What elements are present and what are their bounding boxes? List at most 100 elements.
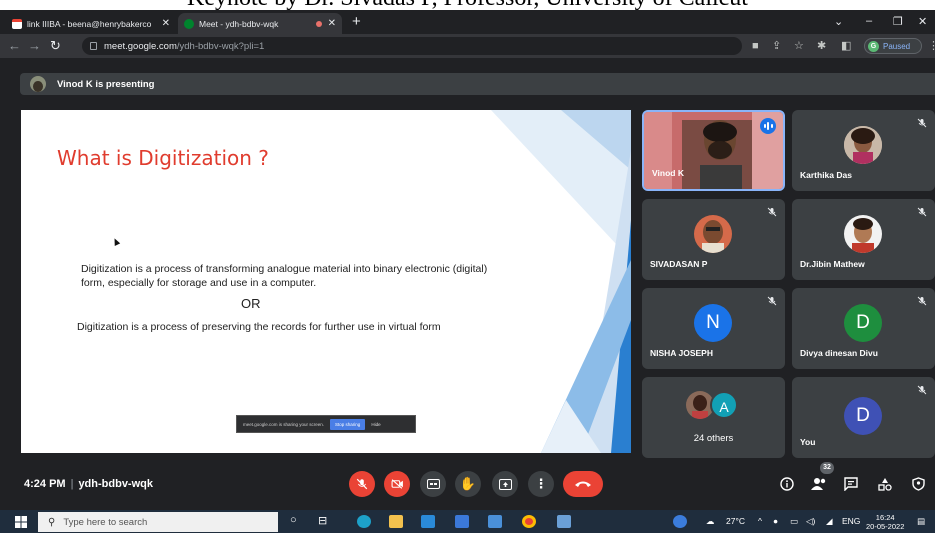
shared-slide: What is Digitization ? Digitization is a…	[21, 110, 631, 453]
browser-tab-bar: link IIIBA - beena@henrybakerco ✕ Meet -…	[0, 10, 935, 34]
cortana-icon[interactable]: ○	[290, 514, 297, 526]
screen-sharing-notice: meet.google.com is sharing your screen. …	[236, 415, 416, 433]
mail-icon[interactable]	[455, 515, 469, 528]
recording-indicator-icon	[315, 20, 322, 27]
restore-button[interactable]: ❐	[893, 15, 903, 28]
minimize-button[interactable]: –	[866, 15, 872, 27]
browser-address-bar: ← → ↻ meet.google.com/ydh-bdbv-wqk?pli=1…	[0, 34, 935, 58]
others-count: 24 others	[693, 433, 734, 444]
gmail-icon	[12, 18, 22, 29]
url-host: meet.google.com	[104, 40, 177, 52]
bookmark-star-icon[interactable]: ☆	[794, 39, 804, 53]
mic-off-icon	[767, 207, 777, 217]
participant-name: Divya dinesan Divu	[800, 348, 878, 358]
raise-hand-button[interactable]: ✋	[455, 471, 481, 497]
hide-button[interactable]: Hide	[371, 422, 380, 427]
hand-icon: ✋	[459, 476, 477, 491]
help-icon[interactable]	[673, 515, 687, 528]
close-window-button[interactable]: ✕	[918, 15, 927, 28]
camera-off-icon	[391, 479, 403, 489]
end-call-icon	[575, 481, 591, 487]
participant-name: Dr.Jibin Mathew	[800, 259, 865, 269]
participant-avatar: N	[694, 304, 732, 342]
back-icon[interactable]: ←	[8, 38, 21, 54]
lock-icon	[90, 42, 97, 50]
notifications-icon[interactable]: ▤	[917, 516, 925, 527]
participant-name: You	[800, 437, 816, 447]
store-icon[interactable]	[421, 515, 435, 528]
participant-tile[interactable]: SIVADASAN P	[642, 199, 785, 280]
participant-tile[interactable]: N NISHA JOSEPH	[642, 288, 785, 369]
others-tile[interactable]: A 24 others	[642, 377, 785, 458]
network-icon[interactable]: ◢	[826, 516, 833, 527]
photos-icon[interactable]	[488, 515, 502, 528]
meeting-info-button[interactable]	[778, 475, 796, 493]
chat-button[interactable]	[842, 475, 860, 493]
participant-tile[interactable]: D Divya dinesan Divu	[792, 288, 935, 369]
tab-gmail[interactable]: link IIIBA - beena@henrybakerco ✕	[6, 13, 176, 34]
leave-call-button[interactable]	[563, 471, 603, 497]
file-explorer-icon[interactable]	[389, 515, 403, 528]
show-hidden-icons[interactable]: ^	[758, 516, 762, 526]
side-panel-icon[interactable]: ◧	[841, 39, 851, 53]
participant-name: NISHA JOSEPH	[650, 348, 713, 358]
present-button[interactable]	[492, 471, 518, 497]
close-tab-icon[interactable]: ✕	[162, 18, 170, 29]
self-tile[interactable]: D You	[792, 377, 935, 458]
profile-button[interactable]: G Paused	[864, 38, 922, 54]
participant-avatar: D	[844, 397, 882, 435]
battery-icon[interactable]: ▭	[790, 516, 798, 527]
search-placeholder: Type here to search	[63, 516, 148, 528]
mic-off-icon	[767, 296, 777, 306]
url-path: /ydh-bdbv-wqk?pli=1	[176, 40, 265, 52]
participant-tile[interactable]: Karthika Das	[792, 110, 935, 191]
app-icon[interactable]	[557, 515, 571, 528]
slide-title: What is Digitization ?	[57, 146, 269, 170]
windows-taskbar: ⚲ Type here to search ○ ⊟ ☁ 27°C ^ ● ▭ ◁…	[0, 510, 935, 533]
chrome-icon[interactable]	[522, 515, 536, 528]
participant-avatar: A	[710, 391, 738, 419]
clock-date: 20-05-2022	[866, 522, 905, 531]
stop-sharing-button[interactable]: Stop sharing	[330, 418, 366, 430]
tab-meet[interactable]: Meet - ydh-bdbv-wqk ✕	[178, 13, 342, 34]
more-options-button[interactable]: ⋮	[528, 471, 554, 497]
share-icon[interactable]: ⇪	[772, 39, 781, 53]
tray-mic-icon[interactable]: ●	[773, 516, 778, 526]
participant-avatar	[844, 215, 882, 253]
close-tab-icon[interactable]: ✕	[328, 18, 336, 29]
url-field[interactable]: meet.google.com/ydh-bdbv-wqk?pli=1	[82, 37, 742, 55]
new-tab-button[interactable]: +	[352, 14, 361, 30]
taskbar-search-field[interactable]: ⚲ Type here to search	[38, 512, 278, 532]
camera-in-use-icon[interactable]: ■	[752, 39, 759, 53]
presenting-banner: Vinod K is presenting	[20, 73, 935, 95]
participant-name: Karthika Das	[800, 170, 852, 180]
edge-icon[interactable]	[357, 515, 371, 528]
tab-label: Meet - ydh-bdbv-wqk	[199, 18, 279, 29]
tab-search-icon[interactable]: ⌄	[834, 15, 843, 28]
participant-tile[interactable]: Vinod K	[642, 110, 785, 191]
people-button[interactable]	[810, 475, 828, 493]
activities-icon	[878, 478, 892, 491]
extensions-icon[interactable]: ✱	[817, 39, 826, 53]
people-icon	[811, 478, 826, 490]
taskbar-clock[interactable]: 16:24 20-05-2022	[866, 513, 904, 531]
meet-icon	[184, 18, 194, 29]
windows-start-icon[interactable]	[15, 516, 27, 528]
participant-tile[interactable]: Dr.Jibin Mathew	[792, 199, 935, 280]
volume-icon[interactable]: ◁)	[806, 516, 815, 527]
meeting-code: ydh-bdbv-wqk	[78, 478, 153, 490]
camera-toggle-button[interactable]	[384, 471, 410, 497]
search-icon: ⚲	[48, 516, 56, 528]
reload-icon[interactable]: ↻	[50, 38, 61, 54]
task-view-icon[interactable]: ⊟	[318, 514, 327, 527]
browser-menu-icon[interactable]: ⋮	[928, 39, 935, 53]
forward-icon[interactable]: →	[28, 38, 41, 54]
host-controls-button[interactable]	[909, 475, 927, 493]
tab-label: link IIIBA - beena@henrybakerco	[27, 18, 152, 29]
mic-toggle-button[interactable]	[349, 471, 375, 497]
language-indicator[interactable]: ENG	[842, 516, 860, 526]
slide-or: OR	[241, 296, 261, 311]
captions-button[interactable]	[420, 471, 446, 497]
activities-button[interactable]	[876, 475, 894, 493]
separator: |	[70, 478, 74, 490]
